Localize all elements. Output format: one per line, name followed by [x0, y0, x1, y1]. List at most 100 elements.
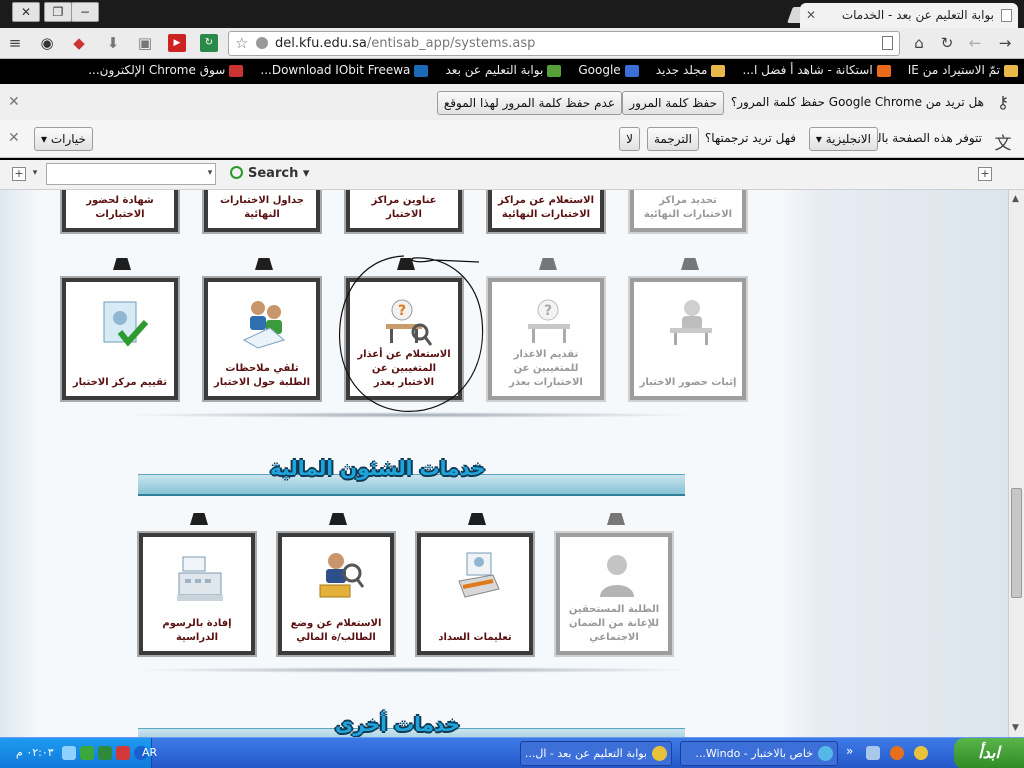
- restore-window-button[interactable]: ❐: [44, 2, 72, 22]
- scroll-down-icon[interactable]: ▼: [1012, 723, 1019, 733]
- close-infobar-icon[interactable]: ✕: [8, 94, 20, 110]
- service-tile-final-exam-centers-inquiry[interactable]: الاستعلام عن مراكز الاختبارات النهائية: [488, 190, 604, 232]
- download-extension-icon[interactable]: ⬇: [104, 34, 122, 52]
- page-content: شهادة لحضور الاختبارات جداول الاختبارات …: [0, 190, 1008, 737]
- translate-prefix: تتوفر هذه الصفحة باللغة: [861, 131, 982, 145]
- page-scrollbar[interactable]: ▲ ▼: [1008, 190, 1024, 737]
- service-tile-select-final-exam-centers[interactable]: تحديد مراكز الاختبارات النهائية: [630, 190, 746, 232]
- key-icon: ⚷: [996, 93, 1010, 113]
- lamp-icon: [681, 258, 699, 270]
- service-label: تلقي ملاحظات الطلبة حول الاختبار: [213, 363, 311, 388]
- page-action-icon[interactable]: [882, 36, 893, 50]
- service-label: جداول الاختبارات النهائية: [219, 195, 305, 220]
- chrome-quicklaunch-icon[interactable]: [914, 746, 928, 760]
- title-bar: ✕ ❐ − بوابة التعليم عن بعد - الخدمات ✕: [0, 0, 1024, 28]
- firefox-icon[interactable]: [890, 746, 904, 760]
- input-language[interactable]: AR: [142, 746, 157, 759]
- browser-tab[interactable]: بوابة التعليم عن بعد - الخدمات ✕: [800, 3, 1018, 28]
- chrome-store-icon: [229, 64, 244, 77]
- never-save-password-button[interactable]: عدم حفظ كلمة المرور لهذا الموقع: [436, 91, 622, 115]
- quick-launch-chevron-icon[interactable]: »: [846, 744, 853, 758]
- forward-icon[interactable]: ←: [966, 34, 984, 52]
- screen: { "window":{"tab_title":"بوابة التعليم ع…: [0, 0, 1024, 768]
- youtube-extension-icon[interactable]: ▶: [168, 34, 186, 52]
- chevron-down-icon[interactable]: ▾: [26, 164, 44, 182]
- service-tile-exam-attendance-proof[interactable]: إثبات حضور الاختبار: [630, 258, 746, 400]
- url-host: del.kfu.edu.sa: [275, 36, 367, 51]
- toolbar-search-button[interactable]: Search ▾: [228, 163, 309, 185]
- bookmark-item[interactable]: مجلد جديد: [656, 59, 726, 81]
- service-tile-tuition-fees-statement[interactable]: إفادة بالرسوم الدراسية: [139, 513, 255, 655]
- google-icon: [624, 64, 639, 77]
- print-extension-icon[interactable]: ◆: [70, 34, 88, 52]
- taskbar-item-chrome[interactable]: بوابة التعليم عن بعد - ال...: [520, 741, 672, 766]
- kfu-icon: [547, 64, 562, 77]
- utorrent-icon[interactable]: [80, 746, 94, 760]
- search-icon: [230, 166, 243, 179]
- translate-infobar: 文 تتوفر هذه الصفحة باللغة الانجليزية ▾ ف…: [0, 120, 1024, 158]
- close-window-button[interactable]: ✕: [12, 2, 40, 22]
- extension-toolbar: + ▾ ▾ Search ▾ +: [0, 160, 1024, 190]
- back-icon[interactable]: →: [996, 34, 1014, 52]
- translate-button[interactable]: الترجمة: [646, 127, 699, 151]
- bookmark-item[interactable]: سوق Chrome الإلكترون...: [88, 59, 244, 81]
- bookmark-item[interactable]: Download IObit Freewa...: [260, 59, 429, 81]
- add-icon[interactable]: +: [12, 167, 26, 181]
- service-tile-student-exam-feedback[interactable]: تلقي ملاحظات الطلبة حول الاختبار: [204, 258, 320, 400]
- language-select[interactable]: الانجليزية ▾: [808, 127, 878, 151]
- lamp-icon: [607, 513, 625, 525]
- tab-title: بوابة التعليم عن بعد - الخدمات: [841, 8, 994, 22]
- service-tile-payment-instructions[interactable]: تعليمات السداد: [417, 513, 533, 655]
- show-desktop-icon[interactable]: [866, 746, 880, 760]
- service-tile-exam-attendance-certificate[interactable]: شهادة لحضور الاختبارات: [62, 190, 178, 232]
- security-icon[interactable]: [98, 746, 112, 760]
- scrollbar-thumb[interactable]: [1011, 488, 1022, 598]
- site-info-icon[interactable]: [256, 37, 268, 49]
- menu-icon[interactable]: ≡: [6, 34, 24, 52]
- save-password-button[interactable]: حفظ كلمة المرور: [622, 91, 724, 115]
- translate-options-button[interactable]: خيارات ▾: [34, 127, 93, 151]
- bookmark-star-icon[interactable]: ☆: [235, 32, 248, 55]
- service-label: الطلبة المستحقين للإعانة من الضمان الاجت…: [568, 604, 660, 643]
- question-desk-icon: ?: [528, 299, 570, 343]
- bookmark-item[interactable]: استكانة - شاهد أ فضل ا...: [743, 59, 891, 81]
- chevron-down-icon[interactable]: ▾: [201, 164, 219, 182]
- person-silhouette-icon: [600, 555, 634, 597]
- toolbar-search-input[interactable]: [46, 163, 216, 185]
- scroll-up-icon[interactable]: ▲: [1012, 194, 1019, 204]
- reload-icon[interactable]: ↻: [938, 34, 956, 52]
- start-button[interactable]: ابدأ: [954, 738, 1024, 768]
- service-tile-submit-absence-excuses[interactable]: ? تقديم الاعذار للمتغيبين عن الاختبارات …: [488, 258, 604, 400]
- service-tile-social-security-eligible-students[interactable]: الطلبة المستحقين للإعانة من الضمان الاجت…: [556, 513, 672, 655]
- bookmark-item[interactable]: بوابة التعليم عن بعد: [445, 59, 562, 81]
- service-label: عناوين مراكز الاختبار: [371, 195, 437, 220]
- svg-text:?: ?: [544, 303, 552, 319]
- bookmark-item[interactable]: تمّ الاستيراد من IE: [908, 59, 1018, 81]
- close-tab-icon[interactable]: ✕: [806, 3, 816, 27]
- browser-toolbar: ≡ ◉ ◆ ⬇ ▣ ▶ ↻ ☆ del.kfu.edu.sa/entisab_a…: [0, 28, 1024, 59]
- close-infobar-icon[interactable]: ✕: [8, 130, 20, 146]
- service-tile-final-exam-schedules[interactable]: جداول الاختبارات النهائية: [204, 190, 320, 232]
- system-tray: ٠٢:٠٣ م: [0, 738, 152, 768]
- refresh-extension-icon[interactable]: ↻: [200, 34, 218, 52]
- minimize-window-button[interactable]: −: [71, 2, 99, 22]
- address-bar[interactable]: ☆ del.kfu.edu.sa/entisab_app/systems.asp: [228, 31, 900, 56]
- taskbar-item-ie[interactable]: خاص بالاختبار - Windo...: [680, 741, 838, 766]
- no-translate-button[interactable]: لا: [619, 127, 640, 151]
- service-tile-exam-center-evaluation[interactable]: تقييم مركز الاختبار: [62, 258, 178, 400]
- clock: ٠٢:٠٣ م: [16, 746, 54, 759]
- home-icon[interactable]: ⌂: [910, 34, 928, 52]
- tag-extension-icon[interactable]: ▣: [136, 34, 154, 52]
- service-tile-student-financial-status-inquiry[interactable]: الاستعلام عن وضع الطالب/ة المالي: [278, 513, 394, 655]
- chrome-icon: [652, 746, 667, 761]
- antivirus-icon[interactable]: [116, 746, 130, 760]
- add-icon[interactable]: +: [978, 167, 992, 181]
- bookmark-item[interactable]: Google: [578, 59, 639, 81]
- eye-extension-icon[interactable]: ◉: [38, 34, 56, 52]
- site-icon: [876, 64, 891, 77]
- network-icon[interactable]: [62, 746, 76, 760]
- shelf-divider: [120, 412, 700, 418]
- service-label: شهادة لحضور الاختبارات: [86, 195, 154, 220]
- service-tile-exam-center-addresses[interactable]: عناوين مراكز الاختبار: [346, 190, 462, 232]
- service-label: تحديد مراكز الاختبارات النهائية: [643, 195, 733, 220]
